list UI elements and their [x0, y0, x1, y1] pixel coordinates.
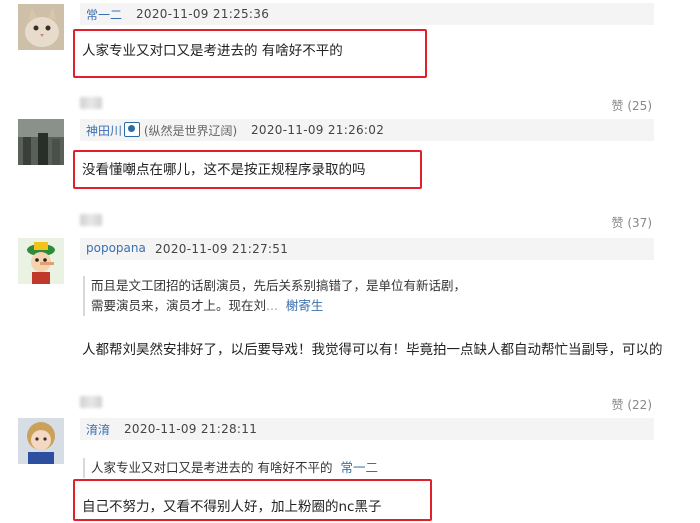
comment-text: 自己不努力，又看不得别人好，加上粉圈的nc黑子 — [82, 499, 382, 515]
avatar[interactable] — [18, 418, 64, 464]
comment-meta-bar: 常一二 2020-11-09 21:25:36 — [80, 3, 654, 25]
cartoon-avatar-image — [18, 238, 64, 284]
username-extra: (纵然是世界辽阔) — [143, 124, 238, 138]
quote-line: 需要演员来，演员才上。现在刘 — [91, 298, 267, 313]
quote-more[interactable]: ... — [266, 298, 278, 313]
username[interactable]: 淯淯 — [86, 421, 110, 438]
avatar[interactable] — [18, 119, 64, 165]
username[interactable]: popopana — [86, 241, 146, 255]
like-button[interactable]: 赞 (22) — [612, 396, 652, 413]
username[interactable]: 神田川 (纵然是世界辽阔) — [86, 122, 237, 139]
blurred-action — [80, 97, 102, 109]
quote-author[interactable]: 榭寄生 — [286, 298, 324, 313]
like-button[interactable]: 赞 (37) — [612, 214, 652, 231]
cat-avatar-image — [18, 4, 64, 50]
timestamp: 2020-11-09 21:26:02 — [251, 123, 385, 137]
comment-meta-bar: 神田川 (纵然是世界辽阔) 2020-11-09 21:26:02 — [80, 119, 654, 141]
quote-line: 人家专业又对口又是考进去的 有啥好不平的 — [91, 460, 333, 475]
verified-badge-icon — [124, 122, 141, 137]
quote-line: 而且是文工团招的话剧演员，先后关系别搞错了，是单位有新话剧， — [91, 278, 467, 293]
like-button[interactable]: 赞 (25) — [612, 97, 652, 114]
street-avatar-image — [18, 119, 64, 165]
comment-meta-bar: popopana 2020-11-09 21:27:51 — [80, 238, 654, 260]
quote-author[interactable]: 常一二 — [340, 460, 378, 475]
username-text: 神田川 — [86, 124, 123, 138]
quoted-comment: 而且是文工团招的话剧演员，先后关系别搞错了，是单位有新话剧， 需要演员来，演员才… — [83, 276, 466, 316]
comment-text: 没看懂嘲点在哪儿，这不是按正规程序录取的吗 — [82, 162, 366, 178]
child-avatar-image — [18, 418, 64, 464]
comment-text: 人家专业又对口又是考进去的 有啥好不平的 — [82, 43, 343, 59]
avatar[interactable] — [18, 238, 64, 284]
blurred-action — [80, 214, 102, 226]
blurred-action — [80, 396, 102, 408]
timestamp: 2020-11-09 21:25:36 — [136, 7, 270, 21]
comment-meta-bar: 淯淯 2020-11-09 21:28:11 — [80, 418, 654, 440]
comment-text: 人都帮刘昊然安排好了，以后要导戏！我觉得可以有！毕竟拍一点缺人都自动帮忙当副导，… — [82, 342, 663, 358]
quoted-comment: 人家专业又对口又是考进去的 有啥好不平的 常一二 — [83, 458, 378, 478]
timestamp: 2020-11-09 21:27:51 — [155, 242, 289, 256]
timestamp: 2020-11-09 21:28:11 — [124, 422, 258, 436]
avatar[interactable] — [18, 4, 64, 50]
username[interactable]: 常一二 — [86, 6, 122, 23]
